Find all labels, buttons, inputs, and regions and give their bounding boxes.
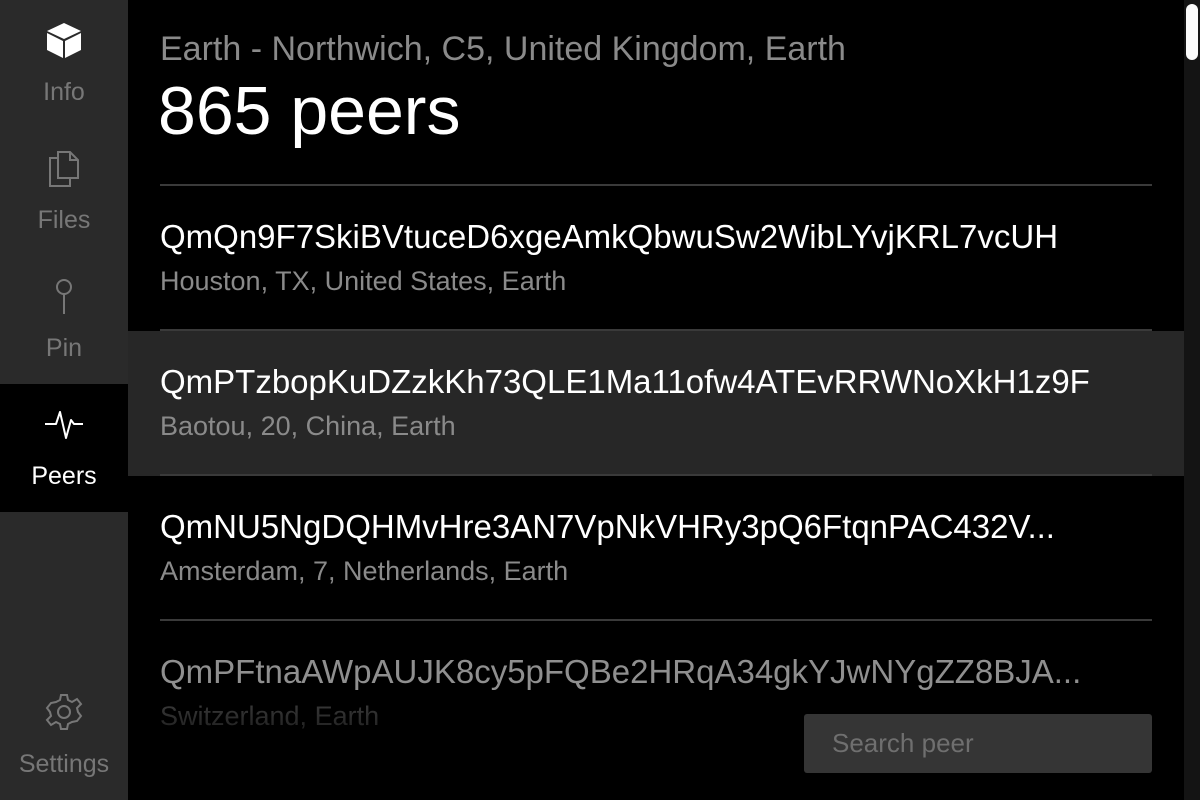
scrollbar[interactable] <box>1184 0 1200 800</box>
peer-location: Houston, TX, United States, Earth <box>160 266 567 296</box>
list-item[interactable]: QmQn9F7SkiBVtuceD6xgeAmkQbwuSw2WibLYvjKR… <box>128 186 1184 331</box>
sidebar-item-info[interactable]: Info <box>0 0 128 128</box>
scrollbar-thumb[interactable] <box>1186 4 1198 60</box>
peer-location: Amsterdam, 7, Netherlands, Earth <box>160 556 569 586</box>
peer-location: Switzerland, Earth <box>160 701 380 731</box>
node-location: Earth - Northwich, C5, United Kingdom, E… <box>160 30 846 68</box>
sidebar-item-peers[interactable]: Peers <box>0 384 128 512</box>
sidebar-item-label: Pin <box>45 334 83 362</box>
pin-icon <box>44 276 84 316</box>
sidebar-item-pin[interactable]: Pin <box>0 256 128 384</box>
peer-list[interactable]: QmQn9F7SkiBVtuceD6xgeAmkQbwuSw2WibLYvjKR… <box>128 186 1184 800</box>
cube-icon <box>44 20 84 60</box>
list-item[interactable]: QmPTzbopKuDZzkKh73QLE1Ma11ofw4ATEvRRWNoX… <box>128 331 1184 476</box>
peer-id: QmPTzbopKuDZzkKh73QLE1Ma11ofw4ATEvRRWNoX… <box>160 363 1090 400</box>
sidebar-item-settings[interactable]: Settings <box>0 672 128 800</box>
sidebar-item-files[interactable]: Files <box>0 128 128 256</box>
peer-id: QmQn9F7SkiBVtuceD6xgeAmkQbwuSw2WibLYvjKR… <box>160 218 1059 255</box>
sidebar: Info Files Pin Peers Settings <box>0 0 128 800</box>
sidebar-item-label: Settings <box>18 750 110 778</box>
peer-location: Baotou, 20, China, Earth <box>160 411 456 441</box>
peer-id: QmPFtnaAWpAUJK8cy5pFQBe2HRqA34gkYJwNYgZZ… <box>160 653 1082 690</box>
sidebar-item-label: Peers <box>31 462 97 490</box>
app-window: Info Files Pin Peers Settings Earth - No… <box>0 0 1200 800</box>
pulse-icon <box>44 404 84 444</box>
search-input[interactable] <box>804 714 1152 773</box>
peers-panel: Earth - Northwich, C5, United Kingdom, E… <box>128 0 1184 800</box>
files-icon <box>44 148 84 188</box>
page-title: 865 peers <box>158 73 461 149</box>
list-item[interactable]: QmNU5NgDQHMvHre3AN7VpNkVHRy3pQ6FtqnPAC43… <box>128 476 1184 621</box>
sidebar-item-label: Info <box>43 78 85 106</box>
peer-id: QmNU5NgDQHMvHre3AN7VpNkVHRy3pQ6FtqnPAC43… <box>160 508 1055 545</box>
sidebar-item-label: Files <box>37 206 91 234</box>
gear-icon <box>44 692 84 732</box>
